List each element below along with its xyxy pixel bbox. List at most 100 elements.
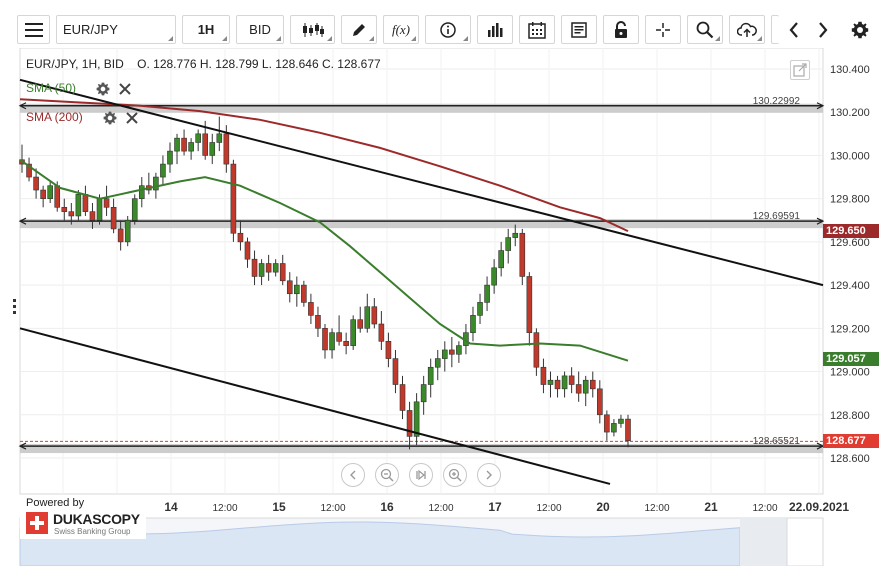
price-label: 128.677 (823, 434, 879, 449)
candle-body (89, 211, 96, 221)
candle-body (561, 375, 568, 390)
chart-area[interactable]: 130.22992 129.69591 128.65521 130.400 130.2… (0, 48, 885, 566)
candle-body (33, 176, 39, 191)
lock-button[interactable] (603, 15, 639, 44)
candle-body (589, 379, 596, 390)
candle-body (392, 358, 399, 385)
crosshair-icon (656, 22, 670, 37)
candle-body (195, 133, 201, 143)
info-button[interactable] (425, 15, 471, 44)
zoom-in-button[interactable] (443, 463, 467, 487)
y-tick-label: 129.000 (830, 367, 870, 379)
volume-button[interactable] (477, 15, 513, 44)
chevron-left-icon (350, 470, 356, 480)
candle-body (477, 302, 483, 316)
candle-body (61, 207, 68, 212)
candle-body (371, 306, 378, 325)
candle-body (547, 379, 554, 385)
candle-body (258, 263, 265, 277)
pan-left-button[interactable] (341, 463, 365, 487)
price-side-selector[interactable]: BID (236, 15, 284, 44)
candle-body (181, 137, 187, 152)
brand-block: Powered by DUKASCOPY Swiss Banking Group (20, 497, 146, 539)
candle-body (68, 211, 75, 217)
sma200-settings-button[interactable] (103, 111, 117, 128)
candle-body (484, 284, 490, 303)
y-tick-label: 128.800 (830, 410, 870, 422)
symbol-label: EUR/JPY (63, 22, 118, 37)
sma200-legend[interactable]: SMA (200) (26, 110, 83, 124)
panel-drag-handle[interactable] (13, 299, 16, 315)
candle-body (364, 306, 371, 329)
x-tick-label: 15 (272, 500, 286, 514)
candle-body (625, 418, 631, 442)
chevron-right-icon (486, 470, 492, 480)
gear-icon (96, 82, 110, 96)
candle-body (568, 375, 575, 385)
y-tick-label: 128.600 (830, 453, 870, 465)
zoom-out-button[interactable] (375, 463, 399, 487)
candle-body (420, 384, 427, 403)
candle-body (131, 198, 138, 221)
sma50-settings-button[interactable] (96, 82, 110, 99)
scroll-right-button[interactable] (810, 15, 836, 44)
candle-body (505, 237, 512, 251)
price-label: 129.650 (823, 224, 879, 239)
y-tick-label: 129.400 (830, 280, 870, 292)
x-tick-label: 16 (380, 500, 394, 514)
plot-background (19, 48, 824, 495)
candlestick-icon (302, 22, 324, 37)
sma200-remove-button[interactable] (125, 111, 139, 128)
x-tick-label: 12:00 (212, 503, 237, 514)
candle-body (216, 133, 223, 143)
zoom-button[interactable] (687, 15, 723, 44)
navigator-handle[interactable] (740, 518, 790, 566)
crosshair-button[interactable] (645, 15, 681, 44)
candle-body (449, 349, 455, 355)
candle-body (230, 163, 237, 234)
candle-body (82, 194, 89, 212)
pencil-icon (353, 23, 365, 36)
sma50-remove-button[interactable] (118, 82, 132, 99)
scroll-left-button[interactable] (781, 15, 807, 44)
candle-body (272, 263, 279, 273)
symbol-selector[interactable]: EUR/JPY (56, 15, 176, 44)
candle-body (301, 284, 307, 303)
candle-body (160, 163, 166, 178)
unlock-icon (615, 20, 627, 38)
y-tick-label: 129.200 (830, 323, 870, 335)
settings-button[interactable] (846, 15, 874, 44)
function-icon: f(x) (391, 21, 411, 37)
candle-body (519, 232, 526, 277)
candle-body (604, 414, 610, 433)
reset-view-button[interactable] (409, 463, 433, 487)
candle-body (103, 198, 110, 208)
candle-body (385, 340, 392, 359)
indicators-button[interactable]: f(x) (383, 15, 419, 44)
pan-right-button[interactable] (477, 463, 501, 487)
calendar-button[interactable] (519, 15, 555, 44)
candle-body (456, 345, 462, 355)
gear-icon (851, 21, 869, 38)
cloud-upload-icon (737, 22, 757, 37)
timeframe-selector[interactable]: 1H (182, 15, 230, 44)
report-icon (571, 21, 587, 38)
fullscreen-button[interactable] (790, 60, 810, 80)
x-tick-label: 12:00 (752, 503, 777, 514)
candle-body (47, 185, 53, 199)
candle-body (512, 232, 519, 238)
chart-type-button[interactable] (290, 15, 335, 44)
candle-body (294, 284, 300, 295)
y-tick-label: 130.200 (830, 107, 870, 119)
candle-body (138, 185, 145, 199)
menu-button[interactable] (17, 15, 50, 44)
upload-button[interactable] (729, 15, 765, 44)
drawing-tools-button[interactable] (341, 15, 377, 44)
candle-body (350, 319, 356, 346)
candle-body (54, 185, 61, 208)
candle-body (117, 228, 124, 243)
sma50-legend[interactable]: SMA (50) (26, 81, 76, 95)
candle-body (554, 379, 561, 390)
report-button[interactable] (561, 15, 597, 44)
candle-body (153, 176, 159, 191)
